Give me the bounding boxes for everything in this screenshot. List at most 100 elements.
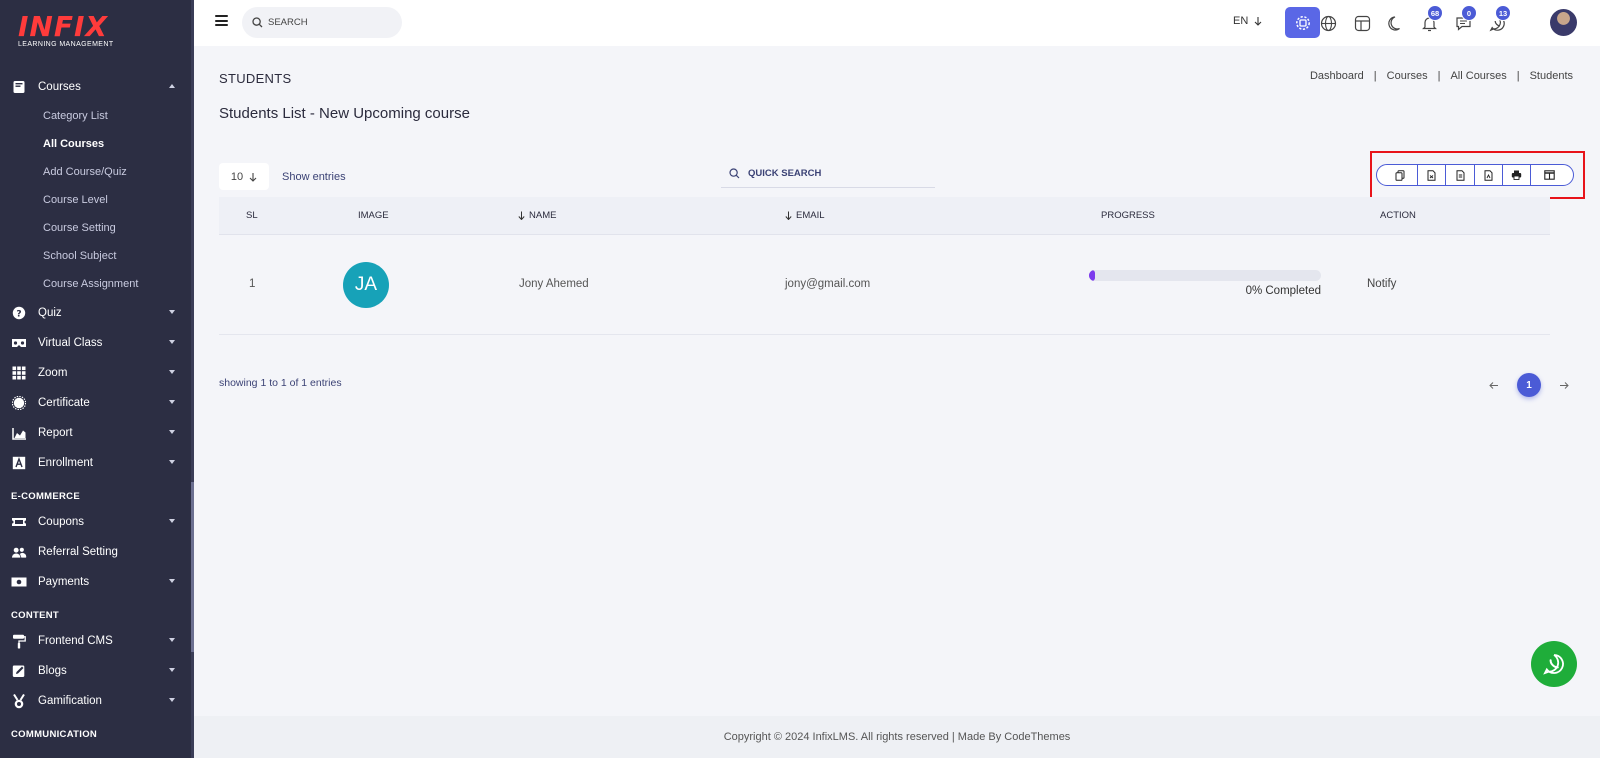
money-icon [11,574,27,590]
excel-export-button[interactable] [1446,165,1475,185]
whatsapp-chat-button[interactable] [1531,641,1577,687]
export-toolbar [1376,164,1574,186]
grid-icon [11,365,27,381]
entries-per-page-select[interactable]: 10 [219,163,269,190]
column-header-image[interactable]: IMAGE [358,210,389,221]
page-button-current[interactable]: 1 [1517,373,1541,397]
sidebar-item-coupons[interactable]: Coupons [0,507,191,537]
pagination-info: showing 1 to 1 of 1 entries [219,377,342,389]
sidebar-item-label: Referral Setting [38,546,118,558]
sidebar-item-label: Quiz [38,307,62,319]
sidebar-item-gamification[interactable]: Gamification [0,686,191,716]
column-header-name[interactable]: NAME [518,210,556,221]
settings-chip-button[interactable] [1285,7,1320,38]
column-header-progress[interactable]: PROGRESS [1101,210,1155,221]
sidebar-item-enrollment[interactable]: Enrollment [0,448,191,478]
user-avatar[interactable] [1550,9,1577,36]
moon-icon [1387,15,1400,31]
breadcrumb-separator: | [1373,70,1377,82]
menu-toggle-icon[interactable] [215,15,228,26]
breadcrumb-separator: | [1437,70,1441,82]
sidebar-item-label: Blogs [38,665,67,677]
copy-button[interactable] [1377,165,1419,185]
section-title-communication: COMMUNICATION [11,729,98,740]
print-button[interactable] [1503,165,1532,185]
submenu-item-all-courses[interactable]: All Courses [0,130,191,158]
column-header-sl[interactable]: SL [246,210,258,221]
search-bar[interactable] [242,7,402,38]
sidebar-item-report[interactable]: Report [0,418,191,448]
submenu-item-add-course-quiz[interactable]: Add Course/Quiz [0,158,191,186]
whatsapp-header-button[interactable]: 13 [1486,5,1511,34]
breadcrumb-courses[interactable]: Courses [1387,70,1428,82]
notifications-button[interactable]: 68 [1418,5,1443,34]
sidebar-item-virtual-class[interactable]: Virtual Class [0,328,191,358]
footer: Copyright © 2024 InfixLMS. All rights re… [194,716,1600,758]
main-content: STUDENTS Dashboard | Courses | All Cours… [194,46,1600,716]
cell-name: Jony Ahemed [519,278,589,290]
sidebar-item-payments[interactable]: Payments [0,567,191,597]
logo-subtitle: LEARNING MANAGEMENT [18,41,114,48]
globe-button[interactable] [1317,12,1339,34]
submenu-item-course-level[interactable]: Course Level [0,186,191,214]
search-input[interactable] [268,17,388,28]
sidebar-item-label: Virtual Class [38,337,103,349]
progress-bar-fill [1089,270,1095,281]
sidebar-item-label: Enrollment [38,457,93,469]
table-header: SL IMAGE NAME EMAIL PROGRESS ACTION [219,197,1550,235]
sidebar-item-courses[interactable]: Courses [0,72,191,102]
csv-file-icon [1427,169,1436,181]
sidebar-item-quiz[interactable]: ? Quiz [0,298,191,328]
quick-search-bar[interactable] [721,160,935,188]
notify-action[interactable]: Notify [1367,278,1396,290]
sidebar-item-label: Zoom [38,367,68,379]
logo[interactable]: INFIX LEARNING MANAGEMENT [18,12,114,49]
dark-mode-button[interactable] [1385,12,1407,34]
sidebar-nav: Courses Category List All Courses Add Cour… [0,72,191,745]
csv-export-button[interactable] [1418,165,1447,185]
sidebar-item-zoom[interactable]: Zoom [0,358,191,388]
vr-icon [11,335,27,351]
previous-page-icon[interactable] [1485,378,1503,393]
certificate-icon [11,395,27,411]
student-avatar: JA [343,262,389,308]
column-header-action[interactable]: ACTION [1380,210,1416,221]
column-visibility-button[interactable] [1531,165,1573,185]
sort-arrow-down-icon [785,211,792,220]
layout-button[interactable] [1351,12,1373,34]
submenu-item-category-list[interactable]: Category List [0,102,191,130]
students-table: SL IMAGE NAME EMAIL PROGRESS ACTION 1 JA… [219,197,1550,335]
sort-arrow-down-icon [518,211,525,220]
messages-button[interactable]: 0 [1452,5,1477,34]
caret-down-icon [169,668,175,672]
top-header: EN 68 0 13 [194,0,1600,46]
caret-up-icon [169,84,175,88]
sidebar-item-referral-setting[interactable]: Referral Setting [0,537,191,567]
quick-search-input[interactable] [748,168,928,179]
submenu-item-school-subject[interactable]: School Subject [0,242,191,270]
enrollment-icon [11,455,27,471]
sidebar-item-certificate[interactable]: Certificate [0,388,191,418]
progress-bar [1089,270,1321,281]
submenu-item-course-assignment[interactable]: Course Assignment [0,270,191,298]
language-selector[interactable]: EN [1233,15,1262,27]
progress-label: 0% Completed [1245,285,1321,297]
breadcrumb-current: Students [1529,70,1573,82]
copy-icon [1395,169,1405,181]
sidebar-item-frontend-cms[interactable]: Frontend CMS [0,626,191,656]
caret-down-icon [169,340,175,344]
breadcrumb-dashboard[interactable]: Dashboard [1310,70,1364,82]
breadcrumb-all-courses[interactable]: All Courses [1450,70,1506,82]
language-label: EN [1233,15,1249,27]
column-header-email[interactable]: EMAIL [785,210,825,221]
sidebar-item-label: Coupons [38,516,85,528]
paint-roller-icon [11,633,27,649]
next-page-icon[interactable] [1555,378,1573,393]
column-header-label: NAME [529,210,557,221]
pdf-export-button[interactable] [1475,165,1504,185]
caret-down-icon [169,310,175,314]
submenu-item-course-setting[interactable]: Course Setting [0,214,191,242]
caret-down-icon [169,370,175,374]
column-header-label: EMAIL [796,210,825,221]
sidebar-item-blogs[interactable]: Blogs [0,656,191,686]
